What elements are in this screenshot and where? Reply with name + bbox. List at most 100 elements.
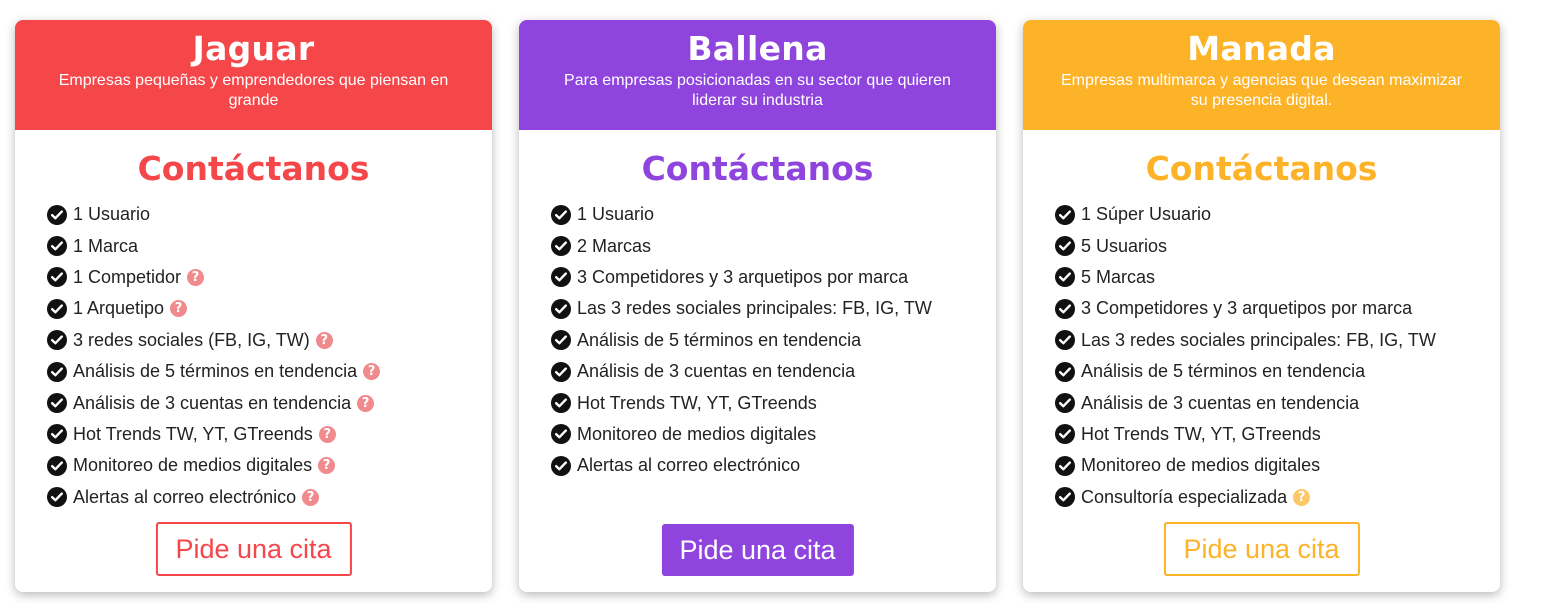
feature-text: Análisis de 3 cuentas en tendencia xyxy=(577,361,856,382)
feature-text: 1 Competidor xyxy=(73,266,182,287)
feature-item: Análisis de 5 términos en tendencia? xyxy=(47,356,492,387)
feature-text: Análisis de 3 cuentas en tendencia xyxy=(73,392,352,413)
feature-text: Monitoreo de medios digitales xyxy=(73,455,313,476)
feature-item: 1 Arquetipo? xyxy=(47,293,492,324)
feature-item: Alertas al correo electrónico? xyxy=(47,482,492,513)
feature-item: Las 3 redes sociales principales: FB, IG… xyxy=(551,293,996,324)
plan-card-ballena: Ballena Para empresas posicionadas en su… xyxy=(519,20,996,592)
feature-text: 3 Competidores y 3 arquetipos por marca xyxy=(577,266,909,287)
check-circle-icon xyxy=(1055,487,1075,508)
help-question-icon[interactable]: ? xyxy=(1293,488,1311,506)
feature-text: Alertas al correo electrónico xyxy=(577,455,801,476)
check-circle-icon xyxy=(551,330,571,351)
feature-text: Hot Trends TW, YT, GTreends xyxy=(73,423,313,444)
help-question-icon[interactable]: ? xyxy=(363,363,381,381)
feature-text: Análisis de 5 términos en tendencia xyxy=(73,361,358,382)
plan-description: Empresas multimarca y agencias que desea… xyxy=(1060,72,1463,109)
plan-card-manada: Manada Empresas multimarca y agencias qu… xyxy=(1023,20,1500,592)
check-circle-icon xyxy=(1055,361,1075,382)
plan-header: Ballena Para empresas posicionadas en su… xyxy=(519,20,996,130)
check-circle-icon xyxy=(1055,455,1075,476)
plan-description: Para empresas posicionadas en su sector … xyxy=(564,72,951,109)
feature-item: 1 Súper Usuario xyxy=(1055,199,1500,230)
check-circle-icon xyxy=(1055,330,1075,351)
check-circle-icon xyxy=(1055,236,1075,257)
feature-item: 3 Competidores y 3 arquetipos por marca xyxy=(551,262,996,293)
feature-text: Análisis de 5 términos en tendencia xyxy=(577,329,862,350)
feature-item: 5 Usuarios xyxy=(1055,230,1500,261)
help-question-icon[interactable]: ? xyxy=(302,488,320,506)
plan-header: Manada Empresas multimarca y agencias qu… xyxy=(1023,20,1500,130)
feature-item: Análisis de 5 términos en tendencia xyxy=(1055,356,1500,387)
plan-description: Empresas pequeñas y emprendedores que pi… xyxy=(58,72,449,109)
pide-una-cita-button[interactable]: Pide una cita xyxy=(661,524,854,576)
plan-name: Ballena xyxy=(687,29,828,68)
feature-text: 3 Competidores y 3 arquetipos por marca xyxy=(1081,298,1413,319)
feature-list: 1 Usuario 1 Marca 1 Competidor? 1 Arquetipo… xyxy=(15,199,492,513)
feature-item: Alertas al correo electrónico xyxy=(551,450,996,481)
help-question-icon[interactable]: ? xyxy=(357,394,375,412)
feature-item: Monitoreo de medios digitales xyxy=(551,419,996,450)
feature-item: Hot Trends TW, YT, GTreends xyxy=(1055,419,1500,450)
check-circle-icon xyxy=(551,298,571,319)
plan-price-contact: Contáctanos xyxy=(1145,149,1378,188)
feature-list: 1 Usuario 2 Marcas 3 Competidores y 3 arqu… xyxy=(519,199,996,482)
feature-text: Consultoría especializada xyxy=(1081,486,1288,507)
feature-item: 5 Marcas xyxy=(1055,262,1500,293)
check-circle-icon xyxy=(47,267,67,288)
feature-item: Análisis de 3 cuentas en tendencia xyxy=(551,356,996,387)
feature-item: Análisis de 5 términos en tendencia xyxy=(551,325,996,356)
plan-name: Jaguar xyxy=(192,29,315,68)
help-question-icon[interactable]: ? xyxy=(170,300,188,318)
help-question-icon[interactable]: ? xyxy=(315,331,333,349)
feature-text: Hot Trends TW, YT, GTreends xyxy=(1081,423,1321,444)
check-circle-icon xyxy=(1055,393,1075,414)
help-question-icon[interactable]: ? xyxy=(187,268,205,286)
check-circle-icon xyxy=(47,236,67,257)
plan-price-contact: Contáctanos xyxy=(137,149,370,188)
check-circle-icon xyxy=(551,455,571,476)
help-question-icon[interactable]: ? xyxy=(318,457,336,475)
check-circle-icon xyxy=(47,361,67,382)
feature-text: 5 Marcas xyxy=(1081,266,1156,287)
check-circle-icon xyxy=(551,424,571,445)
plan-card-jaguar: Jaguar Empresas pequeñas y emprendedores… xyxy=(15,20,492,592)
feature-item: 1 Marca xyxy=(47,230,492,261)
feature-text: 1 Súper Usuario xyxy=(1081,204,1212,225)
feature-item: 3 Competidores y 3 arquetipos por marca xyxy=(1055,293,1500,324)
feature-item: 1 Usuario xyxy=(47,199,492,230)
check-circle-icon xyxy=(47,424,67,445)
feature-item: Hot Trends TW, YT, GTreends? xyxy=(47,419,492,450)
check-circle-icon xyxy=(551,267,571,288)
feature-text: 3 redes sociales (FB, IG, TW) xyxy=(73,329,310,350)
feature-item: Monitoreo de medios digitales xyxy=(1055,450,1500,481)
pide-una-cita-button[interactable]: Pide una cita xyxy=(155,522,352,576)
help-question-icon[interactable]: ? xyxy=(318,425,336,443)
feature-item: Análisis de 3 cuentas en tendencia? xyxy=(47,387,492,418)
check-circle-icon xyxy=(1055,204,1075,225)
feature-text: Monitoreo de medios digitales xyxy=(1081,455,1321,476)
feature-text: Las 3 redes sociales principales: FB, IG… xyxy=(577,298,932,319)
feature-item: 1 Usuario xyxy=(551,199,996,230)
check-circle-icon xyxy=(47,330,67,351)
feature-item: Consultoría especializada? xyxy=(1055,482,1500,513)
feature-text: 1 Marca xyxy=(73,235,139,256)
check-circle-icon xyxy=(551,361,571,382)
feature-item: 3 redes sociales (FB, IG, TW)? xyxy=(47,325,492,356)
feature-text: 2 Marcas xyxy=(577,235,652,256)
check-circle-icon xyxy=(551,204,571,225)
feature-text: 1 Arquetipo xyxy=(73,298,165,319)
feature-text: Las 3 redes sociales principales: FB, IG… xyxy=(1081,329,1436,350)
plan-name: Manada xyxy=(1187,29,1336,68)
feature-text: 1 Usuario xyxy=(577,204,655,225)
check-circle-icon xyxy=(1055,298,1075,319)
feature-item: Monitoreo de medios digitales? xyxy=(47,450,492,481)
feature-text: Análisis de 3 cuentas en tendencia xyxy=(1081,392,1360,413)
feature-text: 5 Usuarios xyxy=(1081,235,1168,256)
check-circle-icon xyxy=(47,455,67,476)
check-circle-icon xyxy=(551,236,571,257)
feature-item: 1 Competidor? xyxy=(47,262,492,293)
check-circle-icon xyxy=(47,204,67,225)
pide-una-cita-button[interactable]: Pide una cita xyxy=(1163,522,1360,576)
plan-header: Jaguar Empresas pequeñas y emprendedores… xyxy=(15,20,492,130)
